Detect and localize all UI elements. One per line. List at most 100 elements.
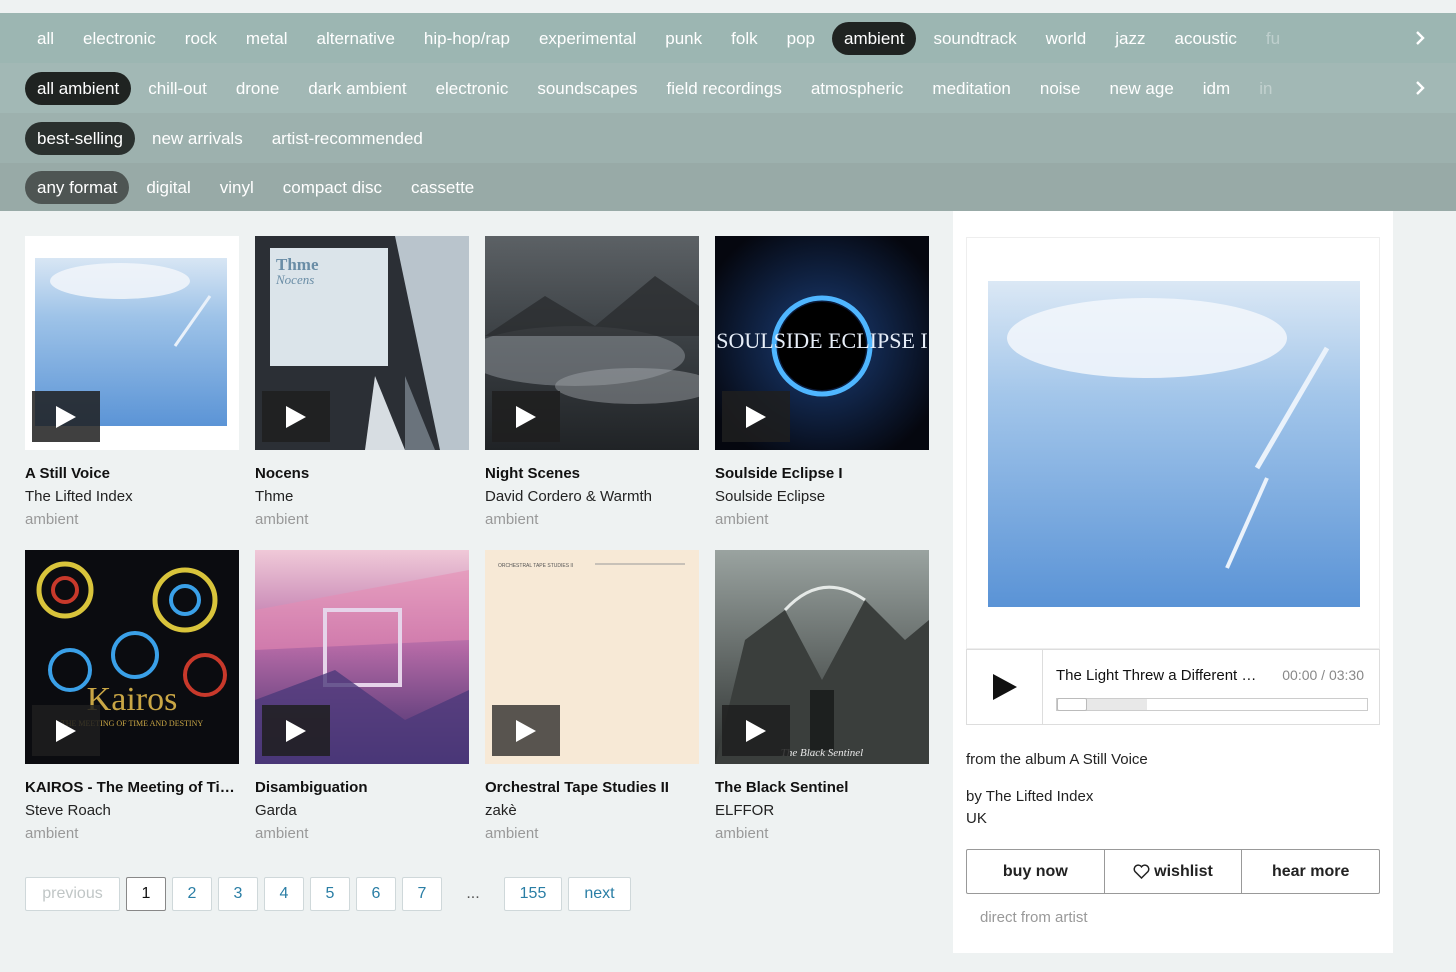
genre-tag-electronic[interactable]: electronic	[71, 22, 168, 55]
page-4-button[interactable]: 4	[264, 877, 304, 911]
album-card[interactable]: The Black Sentinel The Black Sentinel EL…	[715, 550, 929, 842]
format-tag-cassette[interactable]: cassette	[399, 171, 486, 204]
album-title[interactable]: The Black Sentinel	[715, 779, 929, 796]
album-card[interactable]: Thme Nocens Nocens Thme ambient	[255, 236, 469, 528]
play-button[interactable]	[262, 391, 330, 442]
genre-tag-jazz[interactable]: jazz	[1103, 22, 1157, 55]
play-button[interactable]	[32, 705, 100, 756]
page-155-button[interactable]: 155	[504, 877, 562, 911]
subgenre-tag-electronic[interactable]: electronic	[424, 72, 521, 105]
subgenre-tag-new-age[interactable]: new age	[1098, 72, 1186, 105]
album-title[interactable]: KAIROS - The Meeting of Time and Destiny	[25, 779, 239, 796]
play-button[interactable]	[722, 705, 790, 756]
play-button[interactable]	[492, 705, 560, 756]
buy-now-button[interactable]: buy now	[967, 850, 1105, 893]
sort-tag-best-selling[interactable]: best-selling	[25, 121, 135, 155]
from-album-link[interactable]: A Still Voice	[1069, 751, 1147, 768]
genre-tag-world[interactable]: world	[1034, 22, 1099, 55]
play-button[interactable]	[492, 391, 560, 442]
featured-album-art[interactable]	[966, 237, 1380, 649]
genre-tag-all[interactable]: all	[25, 22, 66, 55]
genre-tag-hiphop[interactable]: hip-hop/rap	[412, 22, 522, 55]
album-cover[interactable]: Thme Nocens	[255, 236, 469, 450]
subgenre-tag-field-recordings[interactable]: field recordings	[655, 72, 794, 105]
genre-tag-punk[interactable]: punk	[653, 22, 714, 55]
album-card[interactable]: Night Scenes David Cordero & Warmth ambi…	[485, 236, 699, 528]
page-3-button[interactable]: 3	[218, 877, 258, 911]
track-progress-thumb[interactable]	[1057, 698, 1087, 711]
album-title[interactable]: A Still Voice	[25, 465, 239, 482]
play-button[interactable]	[32, 391, 100, 442]
page-1-button[interactable]: 1	[126, 877, 166, 911]
format-tag-any[interactable]: any format	[25, 170, 130, 204]
subgenre-tag-atmospheric[interactable]: atmospheric	[799, 72, 916, 105]
genre-tag-pop[interactable]: pop	[775, 22, 827, 55]
genre-tag-acoustic[interactable]: acoustic	[1163, 22, 1249, 55]
genre-tag-experimental[interactable]: experimental	[527, 22, 648, 55]
genre-tag-ambient[interactable]: ambient	[831, 21, 917, 55]
album-card[interactable]: SOULSIDE ECLIPSE I Soulside Eclipse I So…	[715, 236, 929, 528]
subgenre-next-button[interactable]	[1378, 63, 1456, 113]
sort-tag-artist-recommended[interactable]: artist-recommended	[260, 122, 435, 155]
album-artist[interactable]: The Lifted Index	[25, 488, 239, 505]
wishlist-button[interactable]: wishlist	[1105, 850, 1243, 893]
subgenre-tag-idm[interactable]: idm	[1191, 72, 1242, 105]
album-artist[interactable]: ELFFOR	[715, 802, 929, 819]
genre-tag-funk[interactable]: fu	[1254, 22, 1292, 55]
album-cover[interactable]	[255, 550, 469, 764]
album-cover[interactable]: Kairos THE MEETING OF TIME AND DESTINY	[25, 550, 239, 764]
album-cover[interactable]: ORCHESTRAL TAPE STUDIES II	[485, 550, 699, 764]
genre-tag-rock[interactable]: rock	[173, 22, 229, 55]
genre-tag-alternative[interactable]: alternative	[304, 22, 406, 55]
play-icon	[516, 405, 536, 428]
album-artist[interactable]: David Cordero & Warmth	[485, 488, 699, 505]
album-title[interactable]: Nocens	[255, 465, 469, 482]
album-artist[interactable]: zakè	[485, 802, 699, 819]
play-button[interactable]	[722, 391, 790, 442]
page-6-button[interactable]: 6	[356, 877, 396, 911]
album-cover[interactable]: SOULSIDE ECLIPSE I	[715, 236, 929, 450]
subgenre-tag-meditation[interactable]: meditation	[920, 72, 1022, 105]
album-title[interactable]: Orchestral Tape Studies II	[485, 779, 699, 796]
page-7-button[interactable]: 7	[402, 877, 442, 911]
album-card[interactable]: Disambiguation Garda ambient	[255, 550, 469, 842]
hear-more-button[interactable]: hear more	[1242, 850, 1379, 893]
album-cover[interactable]: The Black Sentinel	[715, 550, 929, 764]
album-card[interactable]: Kairos THE MEETING OF TIME AND DESTINY K…	[25, 550, 239, 842]
subgenre-tag-soundscapes[interactable]: soundscapes	[525, 72, 649, 105]
track-progress-bar[interactable]	[1056, 698, 1368, 711]
album-cover[interactable]	[25, 236, 239, 450]
subgenre-tag-all-ambient[interactable]: all ambient	[25, 71, 132, 105]
album-title[interactable]: Disambiguation	[255, 779, 469, 796]
format-tag-digital[interactable]: digital	[134, 171, 202, 204]
album-artist[interactable]: Steve Roach	[25, 802, 239, 819]
by-artist-prefix: by	[966, 788, 986, 805]
genre-tag-metal[interactable]: metal	[234, 22, 300, 55]
next-page-button[interactable]: next	[568, 877, 631, 911]
album-card[interactable]: A Still Voice The Lifted Index ambient	[25, 236, 239, 528]
format-tag-vinyl[interactable]: vinyl	[208, 171, 266, 204]
previous-page-button[interactable]: previous	[25, 877, 120, 911]
page-2-button[interactable]: 2	[172, 877, 212, 911]
subgenre-tag-industrial[interactable]: in	[1247, 72, 1284, 105]
genre-tag-folk[interactable]: folk	[719, 22, 769, 55]
genre-next-button[interactable]	[1378, 13, 1456, 63]
album-cover[interactable]	[485, 236, 699, 450]
subgenre-tag-dark-ambient[interactable]: dark ambient	[296, 72, 418, 105]
page-5-button[interactable]: 5	[310, 877, 350, 911]
player-play-button[interactable]	[967, 650, 1043, 724]
genre-tag-soundtrack[interactable]: soundtrack	[921, 22, 1028, 55]
format-tag-compact-disc[interactable]: compact disc	[271, 171, 394, 204]
subgenre-tag-noise[interactable]: noise	[1028, 72, 1093, 105]
play-button[interactable]	[262, 705, 330, 756]
album-artist[interactable]: Thme	[255, 488, 469, 505]
artist-link[interactable]: The Lifted Index	[986, 788, 1094, 805]
album-card[interactable]: ORCHESTRAL TAPE STUDIES II Orchestral Ta…	[485, 550, 699, 842]
album-title[interactable]: Night Scenes	[485, 465, 699, 482]
subgenre-tag-chill-out[interactable]: chill-out	[136, 72, 219, 105]
album-artist[interactable]: Garda	[255, 802, 469, 819]
album-title[interactable]: Soulside Eclipse I	[715, 465, 929, 482]
subgenre-tag-drone[interactable]: drone	[224, 72, 291, 105]
sort-tag-new-arrivals[interactable]: new arrivals	[140, 122, 255, 155]
album-artist[interactable]: Soulside Eclipse	[715, 488, 929, 505]
